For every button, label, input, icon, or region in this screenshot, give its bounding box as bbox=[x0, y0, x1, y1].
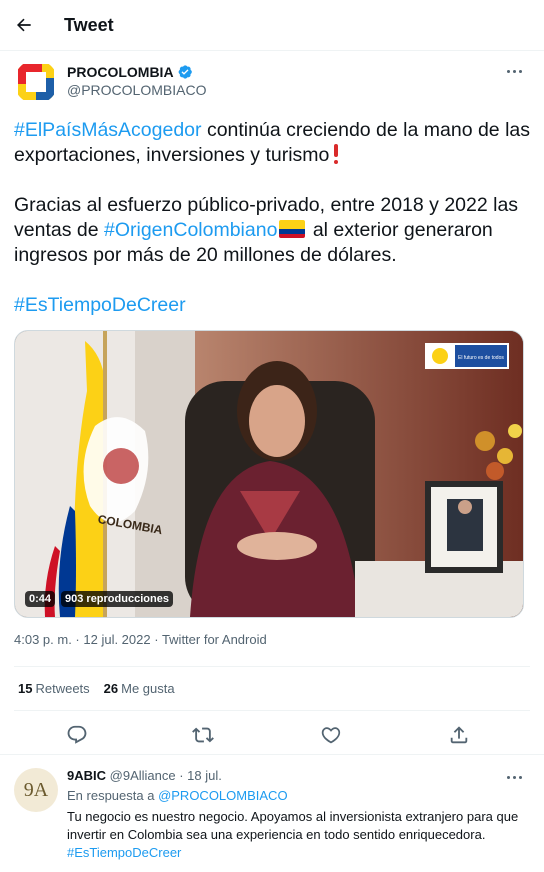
reply-tweet[interactable]: 9A 9ABIC @9Alliance · 18 jul. En respues… bbox=[14, 766, 530, 872]
divider bbox=[14, 710, 530, 711]
top-bar: Tweet bbox=[0, 0, 544, 51]
retweets-stat[interactable]: 15 Retweets bbox=[18, 681, 90, 696]
reply-header: 9ABIC @9Alliance · 18 jul. bbox=[67, 768, 222, 783]
tweet-paragraph-3: #EsTiempoDeCreer bbox=[14, 293, 530, 318]
hashtag-link[interactable]: #EsTiempoDeCreer bbox=[67, 845, 181, 860]
author-avatar[interactable] bbox=[14, 60, 58, 104]
hashtag-link[interactable]: #OrigenColombiano bbox=[104, 219, 277, 241]
hashtag-link[interactable]: #EsTiempoDeCreer bbox=[14, 294, 186, 316]
verified-badge-icon bbox=[178, 65, 192, 79]
reply-body: Tu negocio es nuestro negocio. Apoyamos … bbox=[67, 809, 519, 842]
back-button[interactable] bbox=[14, 15, 34, 35]
reply-avatar[interactable]: 9A bbox=[14, 768, 58, 812]
tweet-meta: 4:03 p. m. · 12 jul. 2022 · Twitter for … bbox=[14, 632, 267, 647]
video-player[interactable]: COLOMBIA El futuro es de todos 0:44 903 … bbox=[14, 330, 524, 618]
more-dots-icon bbox=[505, 69, 523, 73]
tweet-paragraph-2: Gracias al esfuerzo público-privado, ent… bbox=[14, 193, 530, 268]
colombia-flag-emoji-icon bbox=[279, 220, 306, 238]
author-name-row[interactable]: PROCOLOMBIA bbox=[67, 64, 193, 80]
retweets-label: Retweets bbox=[35, 681, 90, 696]
tweet-text: #ElPaísMásAcogedor continúa creciendo de… bbox=[14, 118, 530, 318]
arrow-left-icon bbox=[17, 18, 31, 32]
share-icon bbox=[450, 726, 468, 744]
tweet-author: PROCOLOMBIA @PROCOLOMBIACO bbox=[14, 60, 530, 104]
more-options-button[interactable] bbox=[504, 66, 524, 76]
meta-separator: · bbox=[150, 632, 162, 647]
share-button[interactable] bbox=[448, 724, 470, 746]
tweet-time[interactable]: 4:03 p. m. bbox=[14, 632, 72, 647]
likes-count: 26 bbox=[103, 681, 119, 696]
reply-more-button[interactable] bbox=[504, 772, 524, 782]
video-frame: COLOMBIA El futuro es de todos bbox=[15, 331, 523, 617]
badge-text: El futuro es de todos bbox=[458, 355, 504, 361]
reply-prefix: En respuesta a bbox=[67, 788, 159, 803]
retweets-count: 15 bbox=[18, 681, 33, 696]
more-dots-icon bbox=[505, 775, 523, 779]
reply-text: Tu negocio es nuestro negocio. Apoyamos … bbox=[67, 808, 527, 862]
reply-author-name[interactable]: 9ABIC bbox=[67, 768, 106, 783]
retweet-button[interactable] bbox=[192, 724, 214, 746]
tweet-paragraph-1: #ElPaísMásAcogedor continúa creciendo de… bbox=[14, 118, 530, 168]
video-duration: 0:44 bbox=[25, 591, 56, 607]
reply-author-handle[interactable]: @9Alliance bbox=[110, 768, 176, 783]
meta-separator: · bbox=[71, 632, 84, 647]
procolombia-logo bbox=[14, 60, 58, 104]
divider bbox=[0, 754, 544, 755]
tweet-source[interactable]: Twitter for Android bbox=[162, 632, 267, 647]
tweet-actions bbox=[0, 716, 544, 752]
divider bbox=[14, 666, 530, 667]
reply-context: En respuesta a @PROCOLOMBIACO bbox=[67, 788, 288, 803]
exclamation-emoji-icon bbox=[333, 144, 339, 164]
reply-date[interactable]: 18 jul. bbox=[187, 768, 222, 783]
likes-stat[interactable]: 26 Me gusta bbox=[104, 681, 175, 696]
reply-to-link[interactable]: @PROCOLOMBIACO bbox=[158, 788, 288, 803]
tweet-date[interactable]: 12 jul. 2022 bbox=[83, 632, 150, 647]
heart-icon bbox=[321, 727, 341, 744]
page-title: Tweet bbox=[64, 14, 114, 35]
author-handle[interactable]: @PROCOLOMBIACO bbox=[67, 82, 206, 98]
reply-avatar-logo: 9A bbox=[23, 778, 49, 801]
reply-icon bbox=[67, 725, 87, 744]
author-name[interactable]: PROCOLOMBIA bbox=[67, 64, 174, 80]
hashtag-link[interactable]: #ElPaísMásAcogedor bbox=[14, 119, 202, 141]
tweet-stats: 15 Retweets 26 Me gusta bbox=[18, 681, 175, 696]
video-view-count: 903 reproducciones bbox=[61, 591, 173, 607]
like-button[interactable] bbox=[320, 724, 342, 746]
retweet-icon bbox=[192, 727, 214, 743]
reply-button[interactable] bbox=[66, 724, 88, 746]
likes-label: Me gusta bbox=[121, 681, 175, 696]
